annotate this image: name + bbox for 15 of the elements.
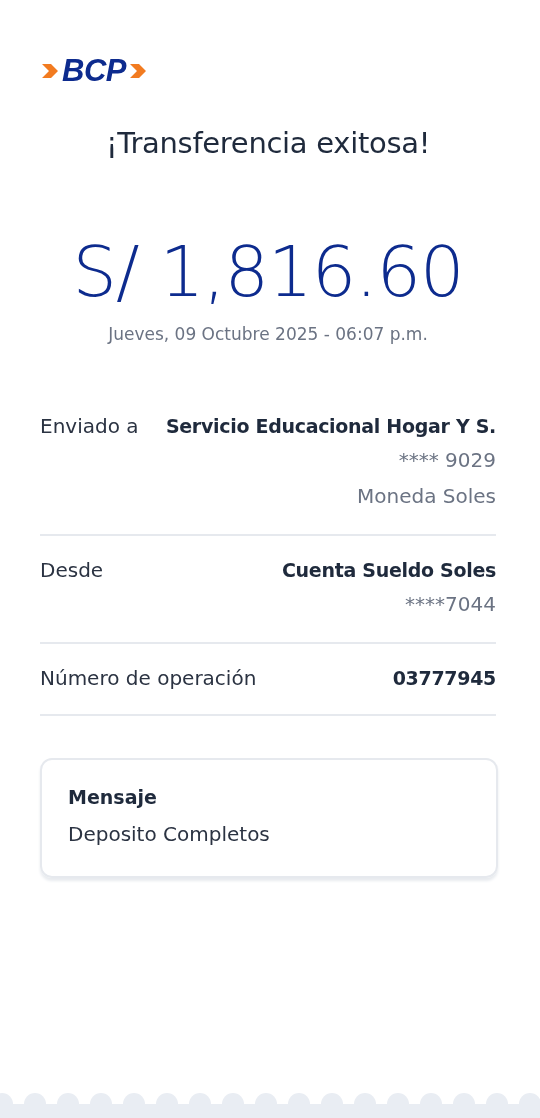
detail-value: ****7044 — [405, 591, 496, 618]
detail-label: Enviado a — [40, 413, 139, 440]
success-title: ¡Transferencia exitosa! — [104, 126, 432, 160]
bank-logo: BCP — [62, 54, 126, 88]
detail-value: Moneda Soles — [357, 483, 496, 510]
detail-value: Servicio Educacional Hogar Y S. — [165, 414, 496, 439]
date-time: Jueves, 09 Octubre 2025 - 06:07 p.m. — [106, 324, 429, 344]
detail-value: **** 9029 — [398, 447, 496, 474]
amount: S/ 1,816.60 — [71, 230, 465, 314]
detail-value: Cuenta Sueldo Soles — [281, 558, 496, 583]
detail-label: Número de operación — [40, 665, 257, 692]
message-title: Mensaje — [68, 786, 158, 808]
detail-label: Desde — [40, 557, 104, 584]
detail-value: 03777945 — [392, 666, 496, 691]
message-text: Deposito Completos — [68, 822, 271, 846]
